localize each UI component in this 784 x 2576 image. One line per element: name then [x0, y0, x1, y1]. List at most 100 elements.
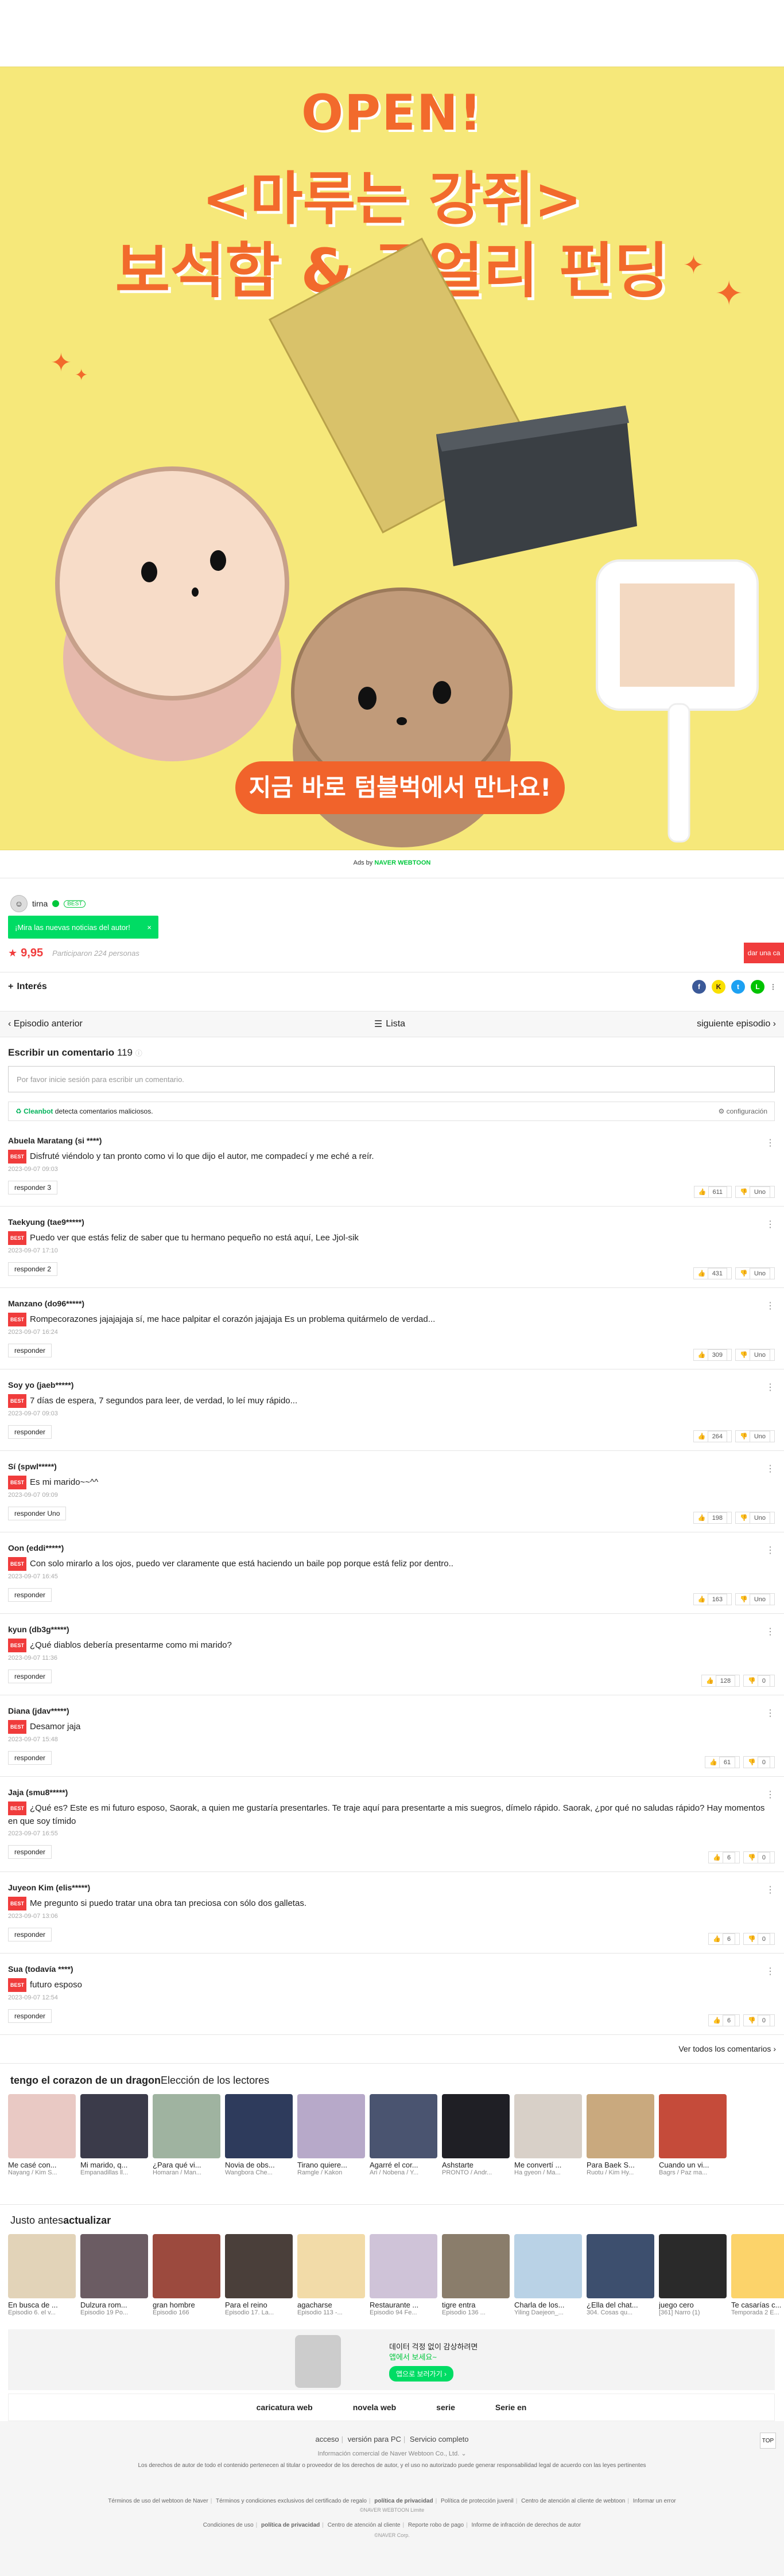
webtoon-title[interactable]: Para Baek S... — [587, 2161, 654, 2169]
dislike-button[interactable]: 👎 0 — [743, 1675, 775, 1687]
reply-button[interactable]: responder Uno — [8, 1507, 67, 1520]
comment-user[interactable]: Sua (todavía ****) — [8, 1964, 775, 1974]
dislike-button[interactable]: 👎 0 — [743, 1851, 775, 1863]
reply-button[interactable]: responder — [8, 2009, 52, 2023]
webtoon-card[interactable]: En busca de ... Episodio 6. el v... — [8, 2234, 76, 2316]
webtoon-title[interactable]: gran hombre — [153, 2301, 220, 2309]
reply-button[interactable]: responder — [8, 1344, 52, 1357]
info-icon[interactable]: ⓘ — [135, 1049, 142, 1057]
webtoon-title[interactable]: Tirano quiere... — [297, 2161, 365, 2169]
like-button[interactable]: 👍 198 — [693, 1512, 732, 1524]
webtoon-thumbnail[interactable] — [370, 2094, 437, 2158]
webtoon-title[interactable]: Cuando un vi... — [659, 2161, 727, 2169]
like-button[interactable]: 👍 6 — [708, 2014, 740, 2026]
webtoon-card[interactable]: gran hombre Episodio 166 — [153, 2234, 220, 2316]
webtoon-thumbnail[interactable] — [442, 2094, 510, 2158]
webtoon-thumbnail[interactable] — [370, 2234, 437, 2298]
next-episode-link[interactable]: siguiente episodio › — [697, 1019, 776, 1029]
webtoon-title[interactable]: tigre entra — [442, 2301, 510, 2309]
webtoon-card[interactable]: Cuando un vi... Bagrs / Paz ma... — [659, 2094, 727, 2176]
footer-link[interactable]: política de privacidad — [374, 2498, 433, 2504]
tab-webtoon[interactable]: caricatura web — [257, 2403, 313, 2412]
webtoon-title[interactable]: Para el reino — [225, 2301, 293, 2309]
webtoon-title[interactable]: ¿Ella del chat... — [587, 2301, 654, 2309]
webtoon-card[interactable]: Para el reino Episodio 17. La... — [225, 2234, 293, 2316]
webtoon-thumbnail[interactable] — [225, 2234, 293, 2298]
more-icon[interactable]: ⋮ — [766, 1382, 775, 1393]
like-button[interactable]: 👍 6 — [708, 1933, 740, 1945]
more-icon[interactable]: ⋮ — [766, 1789, 775, 1800]
comment-user[interactable]: Diana (jdav*****) — [8, 1706, 775, 1715]
tab-webnovel[interactable]: novela web — [353, 2403, 396, 2412]
more-icon[interactable]: ⋮ — [766, 1463, 775, 1474]
author-avatar[interactable]: ☺ — [10, 895, 28, 912]
like-button[interactable]: 👍 6 — [708, 1851, 740, 1863]
footer-link[interactable]: Política de protección juvenil — [441, 2498, 514, 2504]
footer-link[interactable]: Centro de atención al cliente de webtoon — [521, 2498, 625, 2504]
reply-button[interactable]: responder — [8, 1670, 52, 1683]
comment-user[interactable]: Juyeon Kim (elis*****) — [8, 1883, 775, 1892]
webtoon-title[interactable]: Charla de los... — [514, 2301, 582, 2309]
banner-cta[interactable]: 지금 바로 텀블벅에서 만나요! — [235, 761, 565, 814]
webtoon-title[interactable]: Ashstarte — [442, 2161, 510, 2169]
webtoon-title[interactable]: Mi marido, q... — [80, 2161, 148, 2169]
webtoon-card[interactable]: Restaurante ... Episodio 94 Fe... — [370, 2234, 437, 2316]
footer-link[interactable]: Condiciones de uso — [203, 2522, 254, 2528]
comment-user[interactable]: kyun (db3g*****) — [8, 1625, 775, 1634]
interest-button[interactable]: + Interés — [8, 982, 47, 992]
like-button[interactable]: 👍 611 — [693, 1186, 732, 1198]
more-icon[interactable]: ⋮ — [766, 1707, 775, 1719]
webtoon-card[interactable]: juego cero [361] Narro (1) — [659, 2234, 727, 2316]
webtoon-title[interactable]: agacharse — [297, 2301, 365, 2309]
webtoon-thumbnail[interactable] — [514, 2094, 582, 2158]
app-promo-banner[interactable]: 데이터 걱정 없이 감상하려면 앱에서 보세요~ 앱으로 보러가기 › — [8, 2329, 775, 2390]
comment-user[interactable]: Manzano (do96*****) — [8, 1299, 775, 1308]
footer-link[interactable]: Centro de atención al cliente — [328, 2522, 401, 2528]
more-icon[interactable]: ⋮ — [766, 1884, 775, 1896]
kakaotalk-icon[interactable]: K — [712, 980, 725, 994]
webtoon-thumbnail[interactable] — [8, 2234, 76, 2298]
rate-button[interactable]: dar una ca — [744, 943, 784, 963]
more-icon[interactable]: ⋮ — [766, 1300, 775, 1312]
webtoon-thumbnail[interactable] — [80, 2234, 148, 2298]
author-name[interactable]: tirna — [32, 899, 48, 908]
webtoon-thumbnail[interactable] — [153, 2094, 220, 2158]
episode-list-link[interactable]: ☰ Lista — [374, 1018, 405, 1030]
dislike-button[interactable]: 👎 0 — [743, 1933, 775, 1945]
like-button[interactable]: 👍 309 — [693, 1349, 732, 1361]
webtoon-card[interactable]: Me convertí ... Ha gyeon / Ma... — [514, 2094, 582, 2176]
webtoon-card[interactable]: ¿Para qué vi... Homaran / Man... — [153, 2094, 220, 2176]
webtoon-card[interactable]: Para Baek S... Ruotu / Kim Hy... — [587, 2094, 654, 2176]
webtoon-title[interactable]: juego cero — [659, 2301, 727, 2309]
more-icon[interactable]: ⋮ — [766, 1544, 775, 1556]
full-service-link[interactable]: Servicio completo — [410, 2435, 469, 2443]
comment-user[interactable]: Jaja (smu8*****) — [8, 1788, 775, 1797]
author-news-button[interactable]: ¡Mira las nuevas noticias del autor! × — [8, 916, 158, 939]
tab-series-on[interactable]: Serie en — [495, 2403, 526, 2412]
dislike-button[interactable]: 👎 Uno — [735, 1512, 775, 1524]
dislike-button[interactable]: 👎 Uno — [735, 1267, 775, 1279]
reply-button[interactable]: responder — [8, 1425, 52, 1439]
webtoon-card[interactable]: Ashstarte PRONTO / Andr... — [442, 2094, 510, 2176]
reply-button[interactable]: responder — [8, 1588, 52, 1602]
footer-link[interactable]: Informe de infracción de derechos de aut… — [472, 2522, 581, 2528]
webtoon-thumbnail[interactable] — [514, 2234, 582, 2298]
webtoon-thumbnail[interactable] — [587, 2094, 654, 2158]
like-button[interactable]: 👍 264 — [693, 1430, 732, 1442]
webtoon-thumbnail[interactable] — [225, 2094, 293, 2158]
reply-button[interactable]: responder — [8, 1845, 52, 1859]
webtoon-title[interactable]: Novia de obs... — [225, 2161, 293, 2169]
footer-link[interactable]: Reporte robo de pago — [408, 2522, 464, 2528]
dislike-button[interactable]: 👎 Uno — [735, 1349, 775, 1361]
reply-button[interactable]: responder 2 — [8, 1262, 58, 1276]
reply-button[interactable]: responder — [8, 1751, 52, 1765]
webtoon-thumbnail[interactable] — [659, 2234, 727, 2298]
webtoon-thumbnail[interactable] — [587, 2234, 654, 2298]
login-link[interactable]: acceso — [315, 2435, 339, 2443]
more-icon[interactable]: ⋮ — [766, 1966, 775, 1977]
webtoon-card[interactable]: ¿Ella del chat... 304. Cosas qu... — [587, 2234, 654, 2316]
close-icon[interactable]: × — [147, 923, 152, 932]
webtoon-title[interactable]: Me convertí ... — [514, 2161, 582, 2169]
pc-version-link[interactable]: versión para PC — [348, 2435, 401, 2443]
line-icon[interactable]: L — [751, 980, 764, 994]
